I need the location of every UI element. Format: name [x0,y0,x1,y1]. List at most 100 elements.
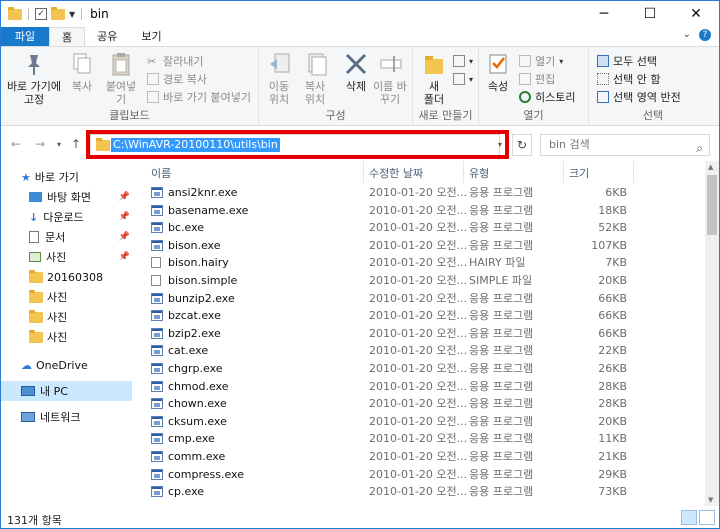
forward-arrow-icon[interactable]: → [35,137,45,151]
new-folder-button[interactable]: 새 폴더 [419,51,449,106]
refresh-button[interactable]: ↻ [512,134,532,156]
large-icons-view-icon[interactable] [699,510,715,525]
file-type: 응용 프로그램 [469,485,534,499]
invert-selection-label: 선택 영역 반전 [613,91,681,104]
up-arrow-icon[interactable]: ↑ [71,137,81,151]
tab-file[interactable]: 파일 [1,27,49,47]
nav-item-desktop[interactable]: 바탕 화면 📌 [1,187,132,207]
file-row[interactable]: basename.exe 2010-01-20 오전... 응용 프로그램 18KB [137,202,705,220]
easy-access-icon [453,73,465,85]
nav-item-folder[interactable]: 사진 [1,307,132,327]
delete-button[interactable]: 삭제 [341,51,371,93]
open-button[interactable]: 열기 ▾ [519,53,563,69]
nav-item-downloads[interactable]: ↓ 다운로드 📌 [1,207,132,227]
vertical-scrollbar[interactable]: ▲ ▼ [705,161,719,506]
help-icon[interactable]: ? [699,29,711,41]
scroll-down-icon[interactable]: ▼ [708,496,713,504]
column-size[interactable]: 크기 [569,165,589,181]
nav-item-folder[interactable]: 사진 [1,327,132,347]
nav-item-documents[interactable]: 문서 📌 [1,227,132,247]
properties-button[interactable]: 속성 [483,51,513,93]
copy-to-button[interactable]: 복사 위치 [299,51,333,106]
column-type[interactable]: 유형 [469,165,489,181]
nav-onedrive[interactable]: ☁ OneDrive [1,355,132,375]
address-dropdown-icon[interactable]: ▾ [498,140,502,149]
cut-button[interactable]: ✂ 잘라내기 [147,53,203,69]
column-name[interactable]: 이름 [151,165,171,181]
file-row[interactable]: chown.exe 2010-01-20 오전... 응용 프로그램 28KB [137,395,705,413]
select-all-button[interactable]: 모두 선택 [597,53,657,69]
nav-label: 사진 [47,291,68,304]
invert-selection-icon [597,91,609,103]
tab-home[interactable]: 홈 [49,27,86,47]
file-row[interactable]: bison.simple 2010-01-20 오전... SIMPLE 파일 20K… [137,272,705,290]
tab-view[interactable]: 보기 [129,27,173,47]
column-divider[interactable] [563,161,564,183]
nav-item-pictures[interactable]: 사진 📌 [1,247,132,267]
details-view-icon[interactable] [681,510,697,525]
invert-selection-button[interactable]: 선택 영역 반전 [597,89,681,105]
paste-shortcut-button[interactable]: 바로 가기 붙여넣기 [147,89,251,105]
tab-share[interactable]: 공유 [85,27,129,47]
file-row[interactable]: cat.exe 2010-01-20 오전... 응용 프로그램 22KB [137,342,705,360]
ribbon-tabs: 파일 홈 공유 보기 ⌄ ? [1,27,719,47]
column-date[interactable]: 수정한 날짜 [369,165,423,181]
history-label: 히스토리 [535,91,576,104]
file-row[interactable]: cp.exe 2010-01-20 오전... 응용 프로그램 73KB [137,483,705,501]
search-input[interactable]: bin 검색 ⌕ [540,134,710,156]
application-icon [151,398,163,410]
scroll-up-icon[interactable]: ▲ [708,163,713,171]
move-to-button[interactable]: 이동 위치 [263,51,297,106]
properties-checkbox-icon[interactable]: ✓ [35,8,47,20]
file-row[interactable]: chgrp.exe 2010-01-20 오전... 응용 프로그램 26KB [137,360,705,378]
column-divider[interactable] [633,161,634,183]
minimize-button[interactable]: ─ [581,1,627,27]
back-arrow-icon[interactable]: ← [11,137,21,151]
new-folder-icon[interactable] [51,6,65,20]
recent-locations-icon[interactable]: ▾ [57,140,61,149]
file-row[interactable]: cmp.exe 2010-01-20 오전... 응용 프로그램 11KB [137,430,705,448]
copy-button[interactable]: 복사 [67,51,97,93]
file-row[interactable]: cksum.exe 2010-01-20 오전... 응용 프로그램 20KB [137,413,705,431]
close-button[interactable]: ✕ [673,1,719,27]
scroll-thumb[interactable] [707,175,717,235]
file-name: chgrp.exe [168,362,223,375]
file-row[interactable]: bzcat.exe 2010-01-20 오전... 응용 프로그램 66KB [137,307,705,325]
file-row[interactable]: comm.exe 2010-01-20 오전... 응용 프로그램 21KB [137,448,705,466]
file-row[interactable]: bison.hairy 2010-01-20 오전... HAIRY 파일 7KB [137,254,705,272]
application-icon [151,468,163,480]
nav-item-folder[interactable]: 20160308 [1,267,132,287]
separator [28,8,29,20]
file-row[interactable]: bunzip2.exe 2010-01-20 오전... 응용 프로그램 66KB [137,290,705,308]
paste-button[interactable]: 붙여넣기 [101,51,141,106]
file-row[interactable]: ansi2knr.exe 2010-01-20 오전... 응용 프로그램 6KB [137,184,705,202]
file-row[interactable]: bzip2.exe 2010-01-20 오전... 응용 프로그램 66KB [137,325,705,343]
file-row[interactable]: bison.exe 2010-01-20 오전... 응용 프로그램 107KB [137,237,705,255]
customize-dropdown-icon[interactable]: ▼ [69,10,75,19]
edit-button[interactable]: 편집 [519,71,555,87]
column-divider[interactable] [463,161,464,183]
nav-item-folder[interactable]: 사진 [1,287,132,307]
file-row[interactable]: bc.exe 2010-01-20 오전... 응용 프로그램 52KB [137,219,705,237]
new-item-button[interactable]: ▾ [453,53,473,69]
properties-label: 속성 [487,80,509,93]
file-row[interactable]: compress.exe 2010-01-20 오전... 응용 프로그램 29KB [137,466,705,484]
file-type: SIMPLE 파일 [469,274,533,287]
copy-path-button[interactable]: 경로 복사 [147,71,207,87]
pin-quick-access-button[interactable]: 바로 가기에 고정 [5,51,63,106]
select-none-button[interactable]: 선택 안 함 [597,71,660,87]
select-none-label: 선택 안 함 [613,73,661,86]
nav-quick-access[interactable]: ★ 바로 가기 [1,167,132,187]
nav-this-pc[interactable]: 내 PC [1,381,132,401]
nav-network[interactable]: 네트워크 [1,407,132,427]
search-placeholder: bin 검색 [549,138,590,151]
view-switcher [681,510,715,525]
collapse-ribbon-icon[interactable]: ⌄ [683,29,691,41]
easy-access-button[interactable]: ▾ [453,71,473,87]
cut-label: 잘라내기 [163,55,204,68]
maximize-button[interactable]: ☐ [627,1,673,27]
column-divider[interactable] [363,161,364,183]
history-button[interactable]: 히스토리 [519,89,575,105]
file-row[interactable]: chmod.exe 2010-01-20 오전... 응용 프로그램 28KB [137,378,705,396]
rename-button[interactable]: 이름 바꾸기 [373,51,409,106]
